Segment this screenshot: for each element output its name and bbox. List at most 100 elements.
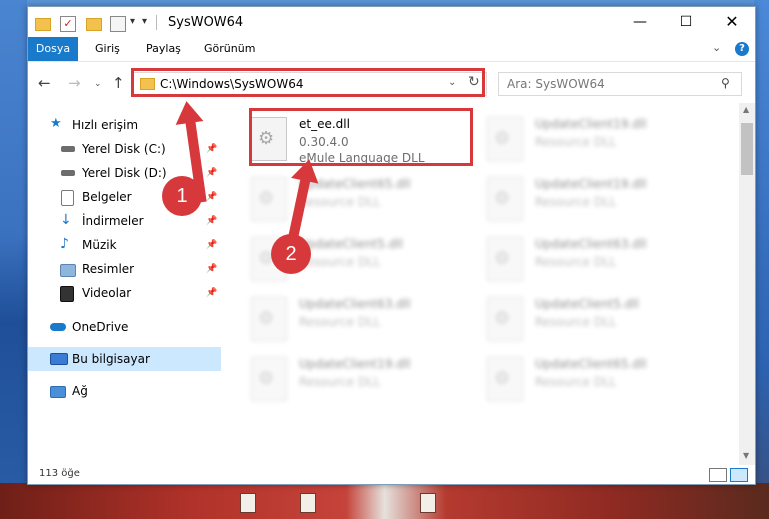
tab-dosya[interactable]: Dosya	[28, 37, 78, 61]
forward-button[interactable]: →	[68, 74, 81, 92]
file-name: UpdateClient19.dll	[299, 357, 411, 371]
maximize-button[interactable]: ☐	[663, 7, 709, 37]
search-box[interactable]: Ara: SysWOW64 ⚲	[498, 72, 742, 96]
network-icon	[50, 386, 66, 398]
file-tile[interactable]: UpdateClient65.dll Resource DLL	[251, 173, 471, 225]
sidebar-item-label: Videolar	[82, 286, 132, 300]
help-icon[interactable]: ?	[735, 42, 749, 56]
dll-file-icon	[251, 357, 287, 401]
file-description: Resource DLL	[535, 135, 617, 149]
drive-icon	[61, 170, 75, 176]
sidebar-item-label: İndirmeler	[82, 214, 144, 228]
sidebar-item-label: Ağ	[72, 384, 88, 398]
file-tile[interactable]: UpdateClient19.dll Resource DLL	[251, 353, 471, 405]
file-description: Resource DLL	[535, 315, 617, 329]
sidebar-item-network[interactable]: Ağ	[28, 379, 221, 403]
file-name: UpdateClient63.dll	[299, 297, 411, 311]
qat-customize-icon[interactable]: ▾	[142, 16, 147, 32]
file-description: Resource DLL	[299, 195, 381, 209]
house-window	[300, 493, 316, 513]
file-name: UpdateClient5.dll	[535, 297, 639, 311]
qat-dropdown-icon[interactable]: ▾	[130, 16, 135, 32]
step-1-badge: 1	[164, 178, 200, 214]
pin-icon[interactable]: 📌	[206, 161, 217, 185]
file-explorer-window: ✓ ▾ ▾ SysWOW64 — ☐ ✕ Dosya Giriş Paylaş …	[27, 6, 756, 485]
cloud-icon	[50, 323, 66, 331]
search-placeholder[interactable]: Ara: SysWOW64	[507, 77, 605, 91]
navigation-bar: ← → ⌄ ↑ C:\Windows\SysWOW64 ⌄ ↻ Ara: Sys…	[28, 61, 755, 104]
pin-icon[interactable]: 📌	[206, 233, 217, 257]
sidebar-item-label: Belgeler	[82, 190, 132, 204]
sidebar-item-label: OneDrive	[72, 320, 129, 334]
computer-icon	[50, 353, 68, 365]
sidebar-item-videos[interactable]: Videolar 📌	[28, 281, 221, 305]
music-icon: ♪	[60, 236, 69, 252]
file-tile[interactable]: UpdateClient19.dll Resource DLL	[487, 113, 707, 165]
desktop-background-left	[0, 0, 27, 519]
file-name: UpdateClient19.dll	[535, 177, 647, 191]
file-tile[interactable]: UpdateClient63.dll Resource DLL	[487, 233, 707, 285]
dll-file-icon	[487, 177, 523, 221]
sidebar-item-label: Resimler	[82, 262, 135, 276]
sidebar-item-this-pc[interactable]: Bu bilgisayar	[28, 347, 221, 371]
pin-icon[interactable]: 📌	[206, 209, 217, 233]
details-view-icon[interactable]	[709, 468, 727, 482]
scroll-down-icon[interactable]: ▼	[743, 451, 749, 460]
star-icon: ★	[50, 116, 62, 131]
address-highlight-box	[131, 68, 485, 97]
sidebar-item-label: Yerel Disk (D:)	[82, 166, 167, 180]
sidebar-item-label: Müzik	[82, 238, 117, 252]
back-button[interactable]: ←	[38, 74, 51, 92]
vertical-scrollbar[interactable]: ▲ ▼	[739, 103, 755, 465]
title-bar: ✓ ▾ ▾ SysWOW64 — ☐ ✕	[28, 7, 755, 37]
search-icon[interactable]: ⚲	[721, 76, 730, 90]
pin-icon[interactable]: 📌	[206, 281, 217, 305]
item-count: 113 öğe	[39, 468, 80, 479]
dll-file-icon	[487, 297, 523, 341]
sidebar-item-label: Hızlı erişim	[72, 118, 139, 132]
file-description: Resource DLL	[535, 255, 617, 269]
file-description: Resource DLL	[299, 315, 381, 329]
title-separator	[156, 15, 157, 30]
scroll-up-icon[interactable]: ▲	[743, 105, 749, 114]
ribbon-tabs: Dosya Giriş Paylaş Görünüm ⌄ ?	[28, 37, 755, 61]
properties-check-icon[interactable]: ✓	[60, 16, 76, 32]
sidebar-item-label: Yerel Disk (C:)	[82, 142, 166, 156]
scroll-thumb[interactable]	[741, 123, 753, 175]
recent-locations-icon[interactable]: ⌄	[94, 79, 102, 89]
minimize-button[interactable]: —	[617, 7, 663, 37]
up-button[interactable]: ↑	[112, 74, 125, 92]
dll-file-icon	[251, 177, 287, 221]
sidebar-item-pictures[interactable]: Resimler 📌	[28, 257, 221, 281]
new-folder-icon[interactable]	[86, 18, 102, 31]
close-button[interactable]: ✕	[709, 7, 755, 37]
sidebar-item-onedrive[interactable]: OneDrive	[28, 315, 221, 339]
window-title: SysWOW64	[168, 15, 244, 30]
view-properties-icon[interactable]	[110, 16, 126, 32]
tab-paylas[interactable]: Paylaş	[146, 37, 181, 61]
drive-icon	[61, 146, 75, 152]
ribbon-expand-icon[interactable]: ⌄	[712, 41, 721, 54]
file-tile[interactable]: UpdateClient63.dll Resource DLL	[251, 293, 471, 345]
house-window	[240, 493, 256, 513]
pin-icon[interactable]: 📌	[206, 185, 217, 209]
tab-gorunum[interactable]: Görünüm	[204, 37, 255, 61]
desktop-background-bottom	[0, 483, 769, 519]
sidebar-item-downloads[interactable]: ↓ İndirmeler 📌	[28, 209, 221, 233]
tiles-view-icon[interactable]	[730, 468, 748, 482]
file-tile[interactable]: UpdateClient65.dll Resource DLL	[487, 353, 707, 405]
video-icon	[60, 286, 74, 302]
step-2-badge: 2	[273, 236, 309, 272]
file-description: Resource DLL	[535, 195, 617, 209]
pin-icon[interactable]: 📌	[206, 137, 217, 161]
sidebar-item-music[interactable]: ♪ Müzik 📌	[28, 233, 221, 257]
download-icon: ↓	[60, 212, 72, 228]
file-tile[interactable]: UpdateClient19.dll Resource DLL	[487, 173, 707, 225]
pin-icon[interactable]: 📌	[206, 257, 217, 281]
folder-icon	[35, 18, 51, 31]
tab-giris[interactable]: Giriş	[95, 37, 120, 61]
dll-file-icon	[487, 357, 523, 401]
dll-file-icon	[487, 117, 523, 161]
file-highlight-box	[249, 108, 473, 166]
file-tile[interactable]: UpdateClient5.dll Resource DLL	[487, 293, 707, 345]
